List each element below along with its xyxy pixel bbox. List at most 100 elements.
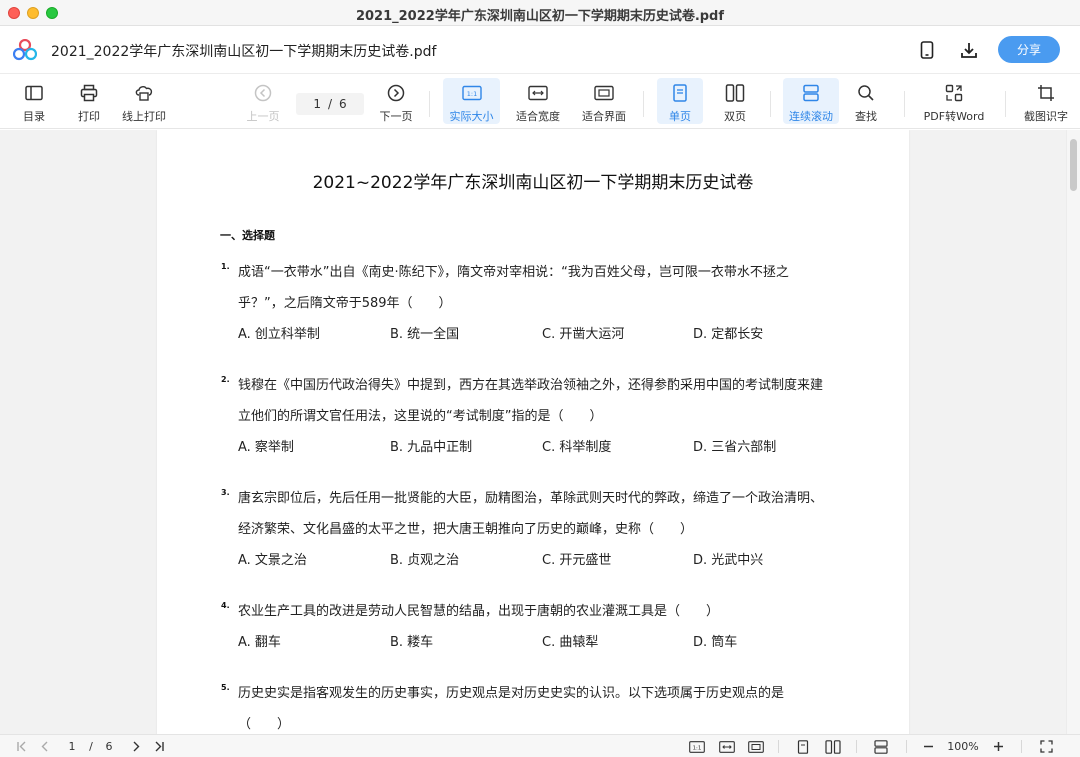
option: B. 九品中正制 — [390, 440, 473, 455]
section-heading: 一、选择题 — [220, 229, 275, 242]
zoom-in-icon[interactable] — [991, 739, 1005, 754]
question-number: 5. — [221, 683, 230, 692]
question-text: （ ） — [238, 717, 291, 732]
question-text: 唐玄宗即位后，先后任用一批贤能的大臣，励精图治，革除武则天时代的弊政，缔造了一个… — [238, 491, 824, 506]
zoom-out-icon[interactable] — [921, 739, 935, 754]
window-title: 2021_2022学年广东深圳南山区初一下学期期末历史试卷.pdf — [355, 9, 725, 24]
option: D. 筒车 — [693, 635, 738, 650]
chevron-right-circle-icon — [385, 83, 407, 103]
option: B. 耧车 — [390, 635, 434, 650]
last-page-icon[interactable] — [151, 739, 167, 754]
status-divider — [906, 740, 907, 753]
mobile-phone-icon[interactable] — [916, 39, 938, 61]
option: C. 曲辕犁 — [542, 635, 599, 650]
fit-page-icon — [593, 83, 615, 103]
toolbar-divider — [643, 91, 644, 117]
question-text: 经济繁荣、文化昌盛的太平之世，把大唐王朝推向了历史的巅峰，史称（ ） — [238, 522, 694, 537]
find-button[interactable]: 查找 — [847, 78, 885, 124]
double-page-icon[interactable] — [824, 739, 842, 754]
download-icon[interactable] — [958, 39, 980, 61]
status-divider — [778, 740, 779, 753]
toolbar-divider — [904, 91, 905, 117]
option: A. 文景之治 — [238, 553, 307, 568]
first-page-icon[interactable] — [14, 739, 30, 754]
option: C. 开元盛世 — [542, 553, 612, 568]
fit-width-icon — [527, 83, 549, 103]
page-number-input[interactable]: 1 / 6 — [296, 93, 364, 115]
screenshot-ocr-button[interactable]: 截图识字 — [1020, 78, 1072, 124]
question-text: 钱穆在《中国历代政治得失》中提到，西方在其选举政治领袖之外，还得参酌采用中国的考… — [238, 378, 824, 393]
actual-size-icon: 1:1 — [461, 83, 483, 103]
option: B. 贞观之治 — [390, 553, 460, 568]
continuous-scroll-icon — [800, 83, 822, 103]
option: D. 光武中兴 — [693, 553, 764, 568]
actual-size-icon[interactable]: 1:1 — [688, 739, 706, 754]
status-page-separator: / — [89, 740, 93, 753]
pdf-to-word-button[interactable]: PDF转Word — [920, 78, 988, 124]
double-page-icon — [724, 83, 746, 103]
app-logo-icon — [12, 38, 38, 61]
question-number: 2. — [221, 375, 230, 384]
actual-size-button[interactable]: 1:1 实际大小 — [443, 78, 500, 124]
page-separator: / — [327, 97, 333, 111]
document-workspace[interactable]: 2021~2022学年广东深圳南山区初一下学期期末历史试卷 一、选择题 1. 成… — [0, 130, 1080, 734]
question-number: 1. — [221, 262, 230, 271]
single-page-icon[interactable] — [795, 739, 811, 754]
window-titlebar: 2021_2022学年广东深圳南山区初一下学期期末历史试卷.pdf — [0, 0, 1080, 26]
question-text: 立他们的所谓文官任用法，这里说的“考试制度”指的是（ ） — [238, 409, 603, 424]
print-button[interactable]: 打印 — [69, 78, 109, 124]
option: D. 定都长安 — [693, 327, 764, 342]
status-divider — [856, 740, 857, 753]
status-total-pages: 6 — [105, 740, 113, 753]
status-divider — [1021, 740, 1022, 753]
status-bar: 1 / 6 1:1 100% — [0, 734, 1080, 757]
current-page: 1 — [313, 97, 321, 111]
toolbar-divider — [429, 91, 430, 117]
option: C. 开凿大运河 — [542, 327, 625, 342]
next-page-icon[interactable] — [129, 739, 143, 754]
printer-icon — [78, 83, 100, 103]
fullscreen-icon[interactable] — [1037, 739, 1055, 754]
share-button[interactable]: 分享 — [998, 36, 1060, 63]
svg-text:1:1: 1:1 — [693, 745, 702, 751]
zoom-level[interactable]: 100% — [944, 739, 982, 754]
chevron-left-circle-icon — [252, 83, 274, 103]
convert-icon — [943, 83, 965, 103]
toc-button[interactable]: 目录 — [14, 78, 54, 124]
vertical-scrollbar[interactable] — [1066, 130, 1080, 734]
next-page-button[interactable]: 下一页 — [376, 78, 416, 124]
prev-page-button[interactable]: 上一页 — [243, 78, 283, 124]
fit-page-icon[interactable] — [747, 739, 765, 754]
question-number: 4. — [221, 601, 230, 610]
scrollbar-thumb[interactable] — [1070, 139, 1077, 191]
search-icon — [855, 83, 877, 103]
option: C. 科举制度 — [542, 440, 612, 455]
option: A. 创立科举制 — [238, 327, 320, 342]
crop-icon — [1035, 83, 1057, 103]
option: D. 三省六部制 — [693, 440, 777, 455]
question-number: 3. — [221, 488, 230, 497]
cloud-print-icon — [133, 83, 155, 103]
question-text: 农业生产工具的改进是劳动人民智慧的结晶，出现于唐朝的农业灌溉工具是（ ） — [238, 604, 720, 619]
document-name: 2021_2022学年广东深圳南山区初一下学期期末历史试卷.pdf — [51, 44, 437, 60]
question-text: 成语“一衣带水”出自《南史·陈纪下》，隋文帝对宰相说：“我为百姓父母，岂可限一衣… — [238, 265, 789, 280]
fit-page-button[interactable]: 适合界面 — [578, 78, 630, 124]
option: A. 翻车 — [238, 635, 281, 650]
sidebar-icon — [23, 83, 45, 103]
single-page-button[interactable]: 单页 — [657, 78, 703, 124]
double-page-button[interactable]: 双页 — [713, 78, 757, 124]
prev-page-icon[interactable] — [38, 739, 52, 754]
question-text: 历史史实是指客观发生的历史事实，历史观点是对历史史实的认识。以下选项属于历史观点… — [238, 686, 785, 701]
fit-width-button[interactable]: 适合宽度 — [512, 78, 564, 124]
total-pages: 6 — [339, 97, 347, 111]
option: B. 统一全国 — [390, 327, 460, 342]
status-current-page: 1 — [68, 740, 76, 753]
online-print-button[interactable]: 线上打印 — [118, 78, 170, 124]
single-page-icon — [669, 83, 691, 103]
continuous-scroll-button[interactable]: 连续滚动 — [783, 78, 839, 124]
fit-width-icon[interactable] — [718, 739, 736, 754]
question-text: 乎？”，之后隋文帝于589年（ ） — [238, 296, 452, 311]
continuous-scroll-icon[interactable] — [872, 739, 890, 754]
option: A. 察举制 — [238, 440, 294, 455]
toolbar-divider — [770, 91, 771, 117]
